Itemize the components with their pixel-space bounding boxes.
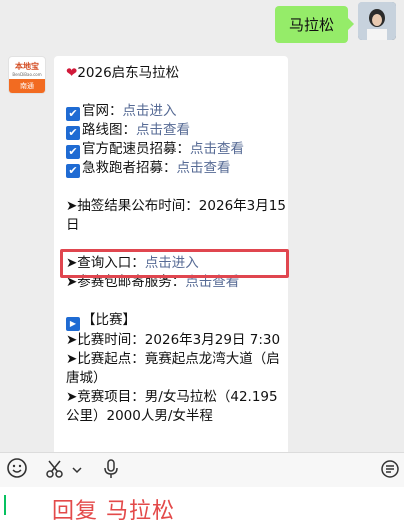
race-start: ➤比赛起点：竟赛起点龙湾大道（启唐城）: [66, 351, 280, 386]
user-message-bubble[interactable]: 马拉松: [274, 6, 355, 43]
user-avatar[interactable]: [358, 2, 396, 40]
emoji-icon[interactable]: [6, 457, 28, 484]
link-row: ✔ 路线图：点击查看: [66, 121, 288, 140]
text-cursor: [4, 495, 6, 515]
avatar-brand-sub: BenDiBao.com: [12, 72, 42, 77]
reply-text[interactable]: 回复 马拉松: [52, 493, 175, 525]
compose-area[interactable]: 回复 马拉松: [0, 487, 404, 530]
checkbox-icon: ✔: [66, 126, 80, 140]
route-map-link[interactable]: 点击查看: [136, 122, 190, 138]
more-icon[interactable]: [380, 459, 400, 484]
input-toolbar: [0, 452, 404, 487]
link-row: ✔ 急救跑者招募：点击查看: [66, 159, 288, 178]
first-aid-recruit-link[interactable]: 点击查看: [177, 160, 231, 176]
race-time: ➤比赛时间：2026年3月29日 7:30: [66, 332, 281, 348]
link-row-label: 官方配速员招募：: [82, 141, 190, 157]
link-row-label: 官网：: [82, 103, 123, 119]
link-row: ✔ 官方配速员招募：点击查看: [66, 140, 288, 159]
heart-icon: ❤: [66, 65, 78, 81]
link-row: ✔ 官网：点击进入: [66, 102, 288, 121]
scissors-icon[interactable]: [44, 458, 66, 485]
avatar-brand: 本地宝: [15, 62, 39, 71]
race-header: 【比赛】: [82, 312, 136, 328]
avatar-city: 南通: [9, 79, 45, 93]
link-row-label: 路线图：: [82, 122, 136, 138]
checkbox-icon: ✔: [66, 145, 80, 159]
link-row-label: 急救跑者招募：: [82, 160, 177, 176]
microphone-icon[interactable]: [100, 458, 122, 485]
message-title: 2026启东马拉松: [77, 65, 180, 81]
race-items: ➤竞赛项目：男/女马拉松（42.195公里）2000人男/女半程: [66, 389, 278, 424]
play-icon: ▶: [66, 317, 80, 331]
message-title-line: ❤2026启东马拉松: [66, 64, 288, 83]
checkbox-icon: ✔: [66, 164, 80, 178]
chevron-down-icon[interactable]: [70, 461, 84, 482]
bot-avatar[interactable]: 本地宝 BenDiBao.com 南通: [8, 56, 46, 94]
pacer-recruit-link[interactable]: 点击查看: [190, 141, 244, 157]
checkbox-icon: ✔: [66, 107, 80, 121]
lottery-result-time: ➤抽签结果公布时间：2026年3月15日: [66, 198, 286, 233]
official-site-link[interactable]: 点击进入: [123, 103, 177, 119]
user-message-row: 马拉松: [274, 2, 396, 43]
race-header-row: ▶ 【比赛】: [66, 311, 288, 331]
query-entry-highlight: [60, 249, 289, 278]
